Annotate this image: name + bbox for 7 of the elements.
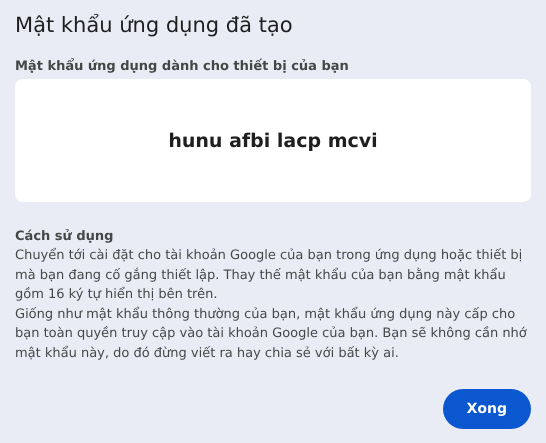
usage-paragraph: Giống như mật khẩu thông thường của bạn, mật khẩu ứng dụng này cấp cho bạn toàn quyền truy cập vào tài khoản Google của bạn. Bạn sẽ không cần nhớ mật khẩu này, do đó đừng viết ra hay chia sẻ với bất kỳ ai.	[15, 306, 528, 362]
usage-heading: Cách sử dụng	[15, 228, 114, 246]
password-label: Mật khẩu ứng dụng dành cho thiết bị của bạn	[15, 58, 350, 76]
dialog-title: Mật khẩu ứng dụng đã tạo	[15, 12, 294, 39]
usage-paragraph: Chuyển tới cài đặt cho tài khoản Google của bạn trong ứng dụng hoặc thiết bị mà bạn đang cố gắng thiết lập. Thay thế mật khẩu của bạn bằng mật khẩu gồm 16 ký tự hiển thị bên trên.	[15, 246, 524, 304]
app-password: hunu afbi lacp mcvi	[168, 130, 378, 152]
done-button[interactable]: Xong	[442, 389, 531, 429]
